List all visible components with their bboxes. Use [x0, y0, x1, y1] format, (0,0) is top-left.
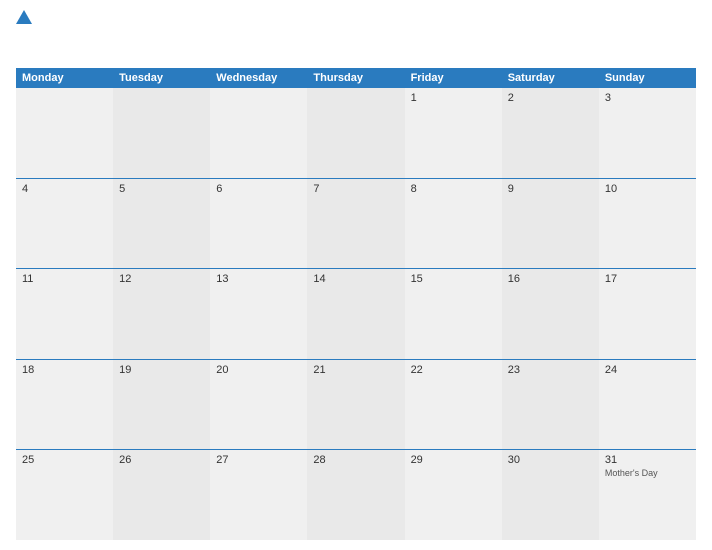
day-number: 29: [411, 454, 496, 466]
logo-triangle-icon: [16, 10, 32, 24]
day-number: 19: [119, 364, 204, 376]
empty-cell-w0-c1: [113, 88, 210, 178]
day-number: 20: [216, 364, 301, 376]
weekday-monday: Monday: [16, 68, 113, 88]
day-number: 7: [313, 183, 398, 195]
day-number: 27: [216, 454, 301, 466]
week-row-3: 18 19 20 21 22 23 24: [16, 360, 696, 451]
day-cell-17: 17: [599, 269, 696, 359]
weekday-friday: Friday: [405, 68, 502, 88]
day-cell-21: 21: [307, 360, 404, 450]
day-number: 9: [508, 183, 593, 195]
day-number: 16: [508, 273, 593, 285]
day-cell-14: 14: [307, 269, 404, 359]
weekday-saturday: Saturday: [502, 68, 599, 88]
day-cell-16: 16: [502, 269, 599, 359]
day-number: 14: [313, 273, 398, 285]
weekday-thursday: Thursday: [307, 68, 404, 88]
day-cell-18: 18: [16, 360, 113, 450]
day-number: 24: [605, 364, 690, 376]
day-cell-10: 10: [599, 179, 696, 269]
day-number: 23: [508, 364, 593, 376]
day-cell-4: 4: [16, 179, 113, 269]
day-number: 18: [22, 364, 107, 376]
day-number: 11: [22, 273, 107, 285]
day-number: 28: [313, 454, 398, 466]
day-number: 10: [605, 183, 690, 195]
day-number: 17: [605, 273, 690, 285]
empty-cell-w0-c3: [307, 88, 404, 178]
day-cell-1: 1: [405, 88, 502, 178]
weekday-sunday: Sunday: [599, 68, 696, 88]
day-cell-7: 7: [307, 179, 404, 269]
day-event: Mother's Day: [605, 468, 690, 478]
day-cell-25: 25: [16, 450, 113, 540]
day-cell-19: 19: [113, 360, 210, 450]
empty-cell-w0-c2: [210, 88, 307, 178]
day-cell-6: 6: [210, 179, 307, 269]
day-number: 31: [605, 454, 690, 466]
day-number: 15: [411, 273, 496, 285]
day-number: 30: [508, 454, 593, 466]
day-cell-29: 29: [405, 450, 502, 540]
day-cell-2: 2: [502, 88, 599, 178]
day-number: 13: [216, 273, 301, 285]
day-cell-13: 13: [210, 269, 307, 359]
calendar-page: Monday Tuesday Wednesday Thursday Friday…: [0, 0, 712, 550]
week-row-4: 25 26 27 28 29 30 31 Mother's Day: [16, 450, 696, 540]
header: [16, 10, 696, 62]
day-cell-22: 22: [405, 360, 502, 450]
day-cell-31: 31 Mother's Day: [599, 450, 696, 540]
day-cell-28: 28: [307, 450, 404, 540]
day-number: 4: [22, 183, 107, 195]
day-number: 22: [411, 364, 496, 376]
week-row-2: 11 12 13 14 15 16 17: [16, 269, 696, 360]
day-number: 5: [119, 183, 204, 195]
week-row-0: 123: [16, 88, 696, 179]
day-cell-20: 20: [210, 360, 307, 450]
day-cell-9: 9: [502, 179, 599, 269]
day-cell-30: 30: [502, 450, 599, 540]
day-cell-26: 26: [113, 450, 210, 540]
day-number: 3: [605, 92, 690, 104]
logo: [16, 10, 32, 25]
day-number: 26: [119, 454, 204, 466]
calendar-body: 1234567891011121314151617181920212223242…: [16, 88, 696, 540]
day-cell-11: 11: [16, 269, 113, 359]
calendar-header: Monday Tuesday Wednesday Thursday Friday…: [16, 68, 696, 88]
day-number: 25: [22, 454, 107, 466]
day-cell-27: 27: [210, 450, 307, 540]
day-number: 8: [411, 183, 496, 195]
day-cell-3: 3: [599, 88, 696, 178]
day-cell-15: 15: [405, 269, 502, 359]
empty-cell-w0-c0: [16, 88, 113, 178]
day-number: 21: [313, 364, 398, 376]
day-cell-12: 12: [113, 269, 210, 359]
week-row-1: 4567 89 10: [16, 179, 696, 270]
day-cell-23: 23: [502, 360, 599, 450]
day-number: 1: [411, 92, 496, 104]
day-cell-5: 5: [113, 179, 210, 269]
day-cell-8: 8: [405, 179, 502, 269]
weekday-tuesday: Tuesday: [113, 68, 210, 88]
day-number: 2: [508, 92, 593, 104]
weekday-wednesday: Wednesday: [210, 68, 307, 88]
day-cell-24: 24: [599, 360, 696, 450]
calendar: Monday Tuesday Wednesday Thursday Friday…: [16, 68, 696, 540]
day-number: 12: [119, 273, 204, 285]
day-number: 6: [216, 183, 301, 195]
